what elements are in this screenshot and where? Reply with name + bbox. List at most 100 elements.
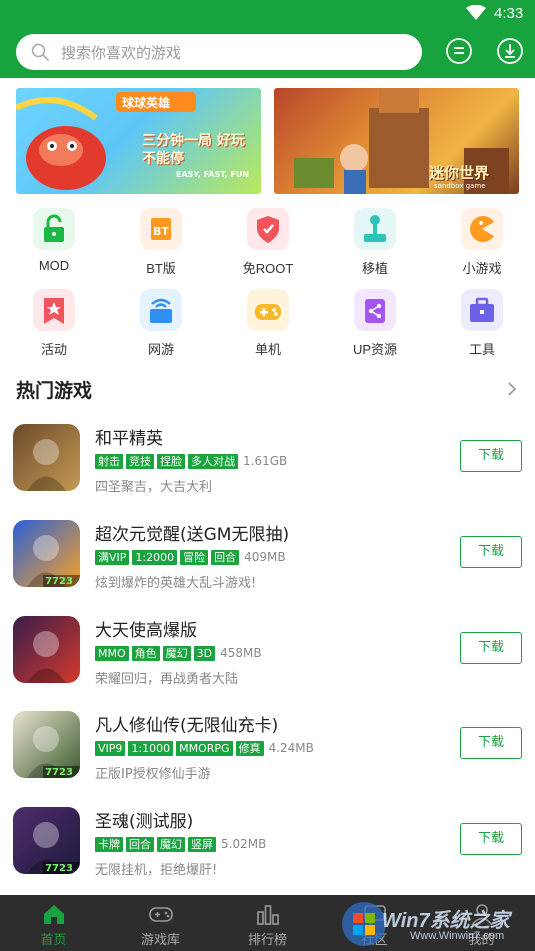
game-tag: 捏脸 [157, 453, 185, 469]
game-name: 超次元觉醒(送GM无限抽) [95, 525, 290, 545]
game-tags: 射击 竞技 捏脸 多人对战 1.61GB [95, 452, 287, 470]
game-tag: 修真 [235, 740, 264, 756]
banner-2-title: 迷你世界 [429, 164, 490, 182]
category-label: 小游戏 [462, 261, 502, 276]
game-icon[interactable] [13, 616, 80, 683]
game-name: 圣魂(测试服) [95, 812, 194, 832]
category-label: MOD [38, 258, 70, 273]
status-time: 4:33 [494, 5, 524, 22]
badge-label: 7723 [45, 576, 73, 587]
ranking-icon [256, 905, 279, 925]
game-row[interactable]: 7723 超次元觉醒(送GM无限抽) 满VIP 1:2000 冒险 回合 409MB … [0, 520, 535, 616]
joystick-icon [354, 208, 396, 250]
status-bar: 4:33 [0, 0, 535, 28]
category-4[interactable]: 移植 [335, 208, 415, 277]
game-tags: VIP9 1:1000 MMORPG 修真 4.24MB [95, 739, 314, 757]
game-tag: 1:2000 [132, 549, 178, 565]
banner-1-sub: EASY, FAST, FUN [176, 170, 250, 179]
search-placeholder: 搜索你喜欢的游戏 [61, 44, 182, 62]
game-tag: MMORPG [176, 740, 233, 756]
game-tags: 满VIP 1:2000 冒险 回合 409MB [95, 548, 286, 566]
search-bar[interactable]: 搜索你喜欢的游戏 [16, 34, 422, 70]
download-button[interactable]: 下载 [460, 536, 522, 568]
game-name: 和平精英 [95, 429, 163, 449]
download-button[interactable]: 下载 [460, 632, 522, 664]
banner-2[interactable]: 迷你世界 sandbox game [274, 88, 519, 194]
share-icon [354, 289, 396, 331]
nav-item-3[interactable]: 排行榜 [214, 895, 321, 951]
game-row[interactable]: 7723 凡人修仙传(无限仙充卡) VIP9 1:1000 MMORPG 修真 4.2… [0, 711, 535, 807]
category-3[interactable]: 免ROOT [228, 208, 308, 277]
game-tag: 角色 [131, 645, 160, 661]
game-row[interactable]: 和平精英 射击 竞技 捏脸 多人对战 1.61GB 四圣聚吉，大吉大利 下载 [0, 424, 535, 520]
nav-item-2[interactable]: 游戏库 [107, 895, 214, 951]
download-button[interactable]: 下载 [460, 440, 522, 472]
game-tag: 满VIP [95, 549, 130, 565]
watermark-url: Www.Winwin7.com [410, 930, 505, 942]
game-row[interactable]: 7723 圣魂(测试服) 卡牌 回合 魔幻 竖屏 5.02MB 无限挂机，拒绝爆肝! … [0, 807, 535, 903]
message-icon[interactable] [445, 37, 473, 65]
game-size: 458MB [220, 646, 262, 660]
game-tag: 1:1000 [128, 740, 174, 756]
category-label: 工具 [468, 342, 495, 357]
game-description: 炫到爆炸的英雄大乱斗游戏! [95, 576, 257, 591]
game-tag: 射击 [95, 453, 123, 469]
game-icon[interactable] [13, 424, 80, 491]
gamepad-icon [148, 907, 173, 922]
game-size: 5.02MB [221, 837, 267, 851]
game-description: 正版IP授权修仙手游 [95, 767, 211, 782]
banner-1[interactable]: 球球英雄 三分钟一局 好玩不能停 EASY, FAST, FUN [16, 88, 261, 194]
game-row[interactable]: 大天使高爆版 MMO 角色 魔幻 3D 458MB 荣耀回归，再战勇者大陆 下载 [0, 616, 535, 712]
category-label: 移植 [361, 261, 388, 276]
game-tag: 多人对战 [188, 453, 238, 469]
toolbox-icon [461, 289, 503, 331]
nav-item-1[interactable]: 首页 [0, 895, 107, 951]
bt-icon: BT [140, 208, 182, 250]
game-description: 荣耀回归，再战勇者大陆 [95, 672, 239, 687]
game-icon[interactable]: 7723 [13, 807, 80, 874]
game-tag: 冒险 [180, 549, 209, 565]
category-2[interactable]: BT BT版 [121, 208, 201, 277]
category-label: UP资源 [352, 342, 398, 357]
game-tag: 竞技 [126, 453, 154, 469]
nav-label: 排行榜 [247, 933, 287, 948]
section-title: 热门游戏 [16, 380, 93, 402]
wifi-icon [466, 5, 486, 20]
game-description: 无限挂机，拒绝爆肝! [95, 863, 218, 878]
nav-label: 首页 [40, 933, 67, 948]
lock-icon [33, 208, 75, 250]
category-5[interactable]: 小游戏 [442, 208, 522, 277]
game-tag: 魔幻 [162, 645, 191, 661]
download-manager-icon[interactable] [496, 37, 524, 65]
game-tag: 魔幻 [157, 836, 185, 852]
svg-text:BT: BT [153, 225, 169, 238]
game-icon[interactable]: 7723 [13, 520, 80, 587]
category-label: 活动 [40, 342, 67, 357]
banner-1-title: 球球英雄 [122, 96, 171, 110]
app-header: 4:33 搜索你喜欢的游戏 [0, 0, 535, 78]
category-10[interactable]: 工具 [442, 289, 522, 358]
chevron-right-icon[interactable] [506, 381, 518, 397]
star-bookmark-icon [33, 289, 75, 331]
watermark-text: Win7系统之家 [382, 910, 510, 932]
download-button[interactable]: 下载 [460, 823, 522, 855]
category-7[interactable]: 网游 [121, 289, 201, 358]
game-tag: MMO [95, 645, 129, 661]
category-label: 免ROOT [242, 261, 294, 276]
category-9[interactable]: UP资源 [335, 289, 415, 358]
game-tag: 回合 [211, 549, 240, 565]
game-tags: 卡牌 回合 魔幻 竖屏 5.02MB [95, 835, 266, 853]
category-6[interactable]: 活动 [14, 289, 94, 358]
banner-2-sub: sandbox game [434, 182, 486, 190]
game-size: 1.61GB [243, 454, 288, 468]
game-tag: 卡牌 [95, 836, 123, 852]
banner-1-tagline: 三分钟一局 好玩不能停 [142, 133, 245, 167]
download-button[interactable]: 下载 [460, 727, 522, 759]
game-icon[interactable]: 7723 [13, 711, 80, 778]
game-description: 四圣聚吉，大吉大利 [95, 480, 213, 495]
game-size: 409MB [244, 550, 286, 564]
game-tags: MMO 角色 魔幻 3D 458MB [95, 644, 262, 662]
category-label: BT版 [146, 261, 176, 276]
category-8[interactable]: 单机 [228, 289, 308, 358]
category-1[interactable]: MOD [14, 208, 94, 273]
